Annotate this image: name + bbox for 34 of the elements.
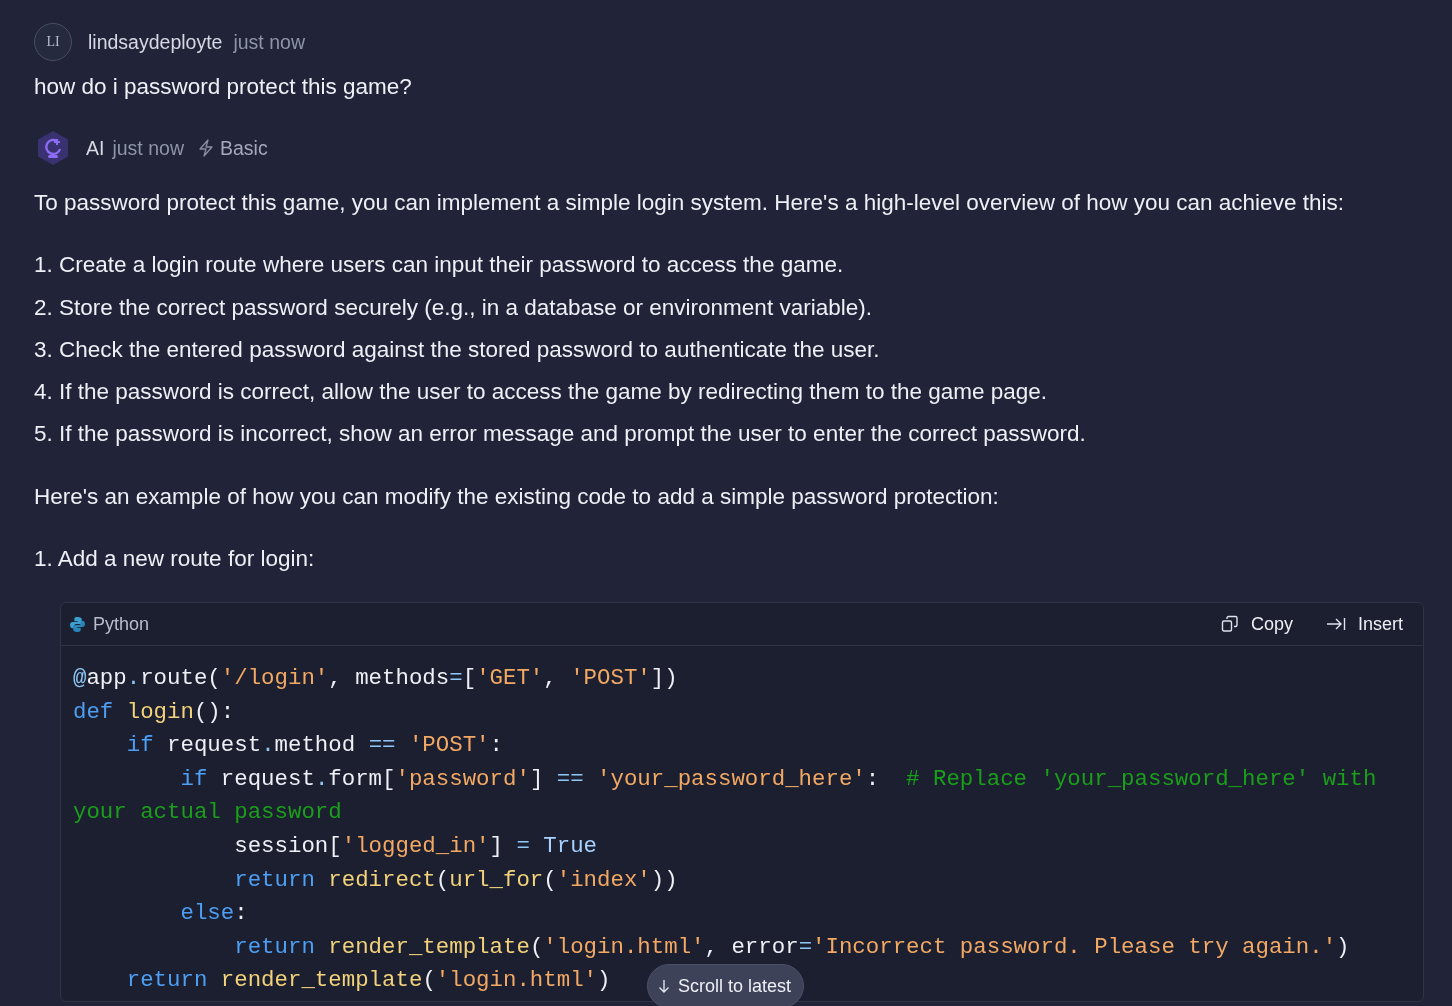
ai-logo-icon bbox=[36, 130, 70, 166]
list-item: 2. Store the correct password securely (e.g., in a database or environment variable). bbox=[34, 293, 873, 322]
response-paragraph: Here's an example of how you can modify the existing code to add a simple password protection: bbox=[34, 482, 1000, 511]
avatar: LI bbox=[34, 23, 72, 61]
copy-button[interactable]: Copy bbox=[1214, 609, 1299, 639]
language-label: Python bbox=[93, 613, 150, 635]
code-line: return render_template('login.html') bbox=[125, 966, 611, 996]
scroll-to-latest-button[interactable]: Scroll to latest bbox=[647, 964, 805, 1006]
arrow-to-bar-icon bbox=[1325, 617, 1346, 631]
list-item: 3. Check the entered password against the stored password to authenticate the user. bbox=[34, 335, 881, 364]
code-line: return redirect(url_for('index')) bbox=[233, 865, 678, 895]
code-line: if request.method == 'POST': bbox=[125, 731, 503, 761]
code-line: return render_template('login.html', error='Incorrect password. Please try again.') bbox=[233, 932, 1350, 962]
author-name: AI bbox=[86, 136, 105, 160]
code-line: @app.route('/login', methods=['GET', 'POST']) bbox=[73, 664, 678, 693]
lightning-icon bbox=[198, 139, 214, 157]
mode-label: Basic bbox=[220, 136, 268, 160]
list-item: 4. If the password is correct, allow the user to access the game by redirecting them to the game page. bbox=[34, 378, 1049, 406]
timestamp: just now bbox=[112, 136, 184, 160]
list-item: 1. Create a login route where users can input their password to access the game. bbox=[34, 251, 845, 280]
message-text: how do i password protect this game? bbox=[34, 74, 413, 100]
list-item: 1. Add a new route for login: bbox=[34, 544, 316, 573]
code-line: def login(): bbox=[73, 697, 235, 727]
insert-button[interactable]: Insert bbox=[1319, 609, 1409, 639]
list-item: 5. If the password is incorrect, show an error message and prompt the user to enter the correct password. bbox=[34, 420, 1087, 449]
timestamp: just now bbox=[233, 30, 305, 54]
code-line: if request.form['password'] == 'your_password_here': # Replace 'your_password_here' with your actual password bbox=[73, 764, 1378, 828]
author-name: lindsaydeployte bbox=[88, 30, 223, 54]
python-logo-icon bbox=[69, 615, 86, 633]
code-line: else: bbox=[179, 899, 248, 929]
code-line: session['logged_in'] = True bbox=[233, 831, 598, 861]
copy-icon bbox=[1220, 615, 1239, 633]
response-paragraph: To password protect this game, you can implement a simple login system. Here's a high-level overview of how you can achieve this: bbox=[34, 189, 1345, 217]
down-arrow-icon bbox=[658, 979, 670, 993]
